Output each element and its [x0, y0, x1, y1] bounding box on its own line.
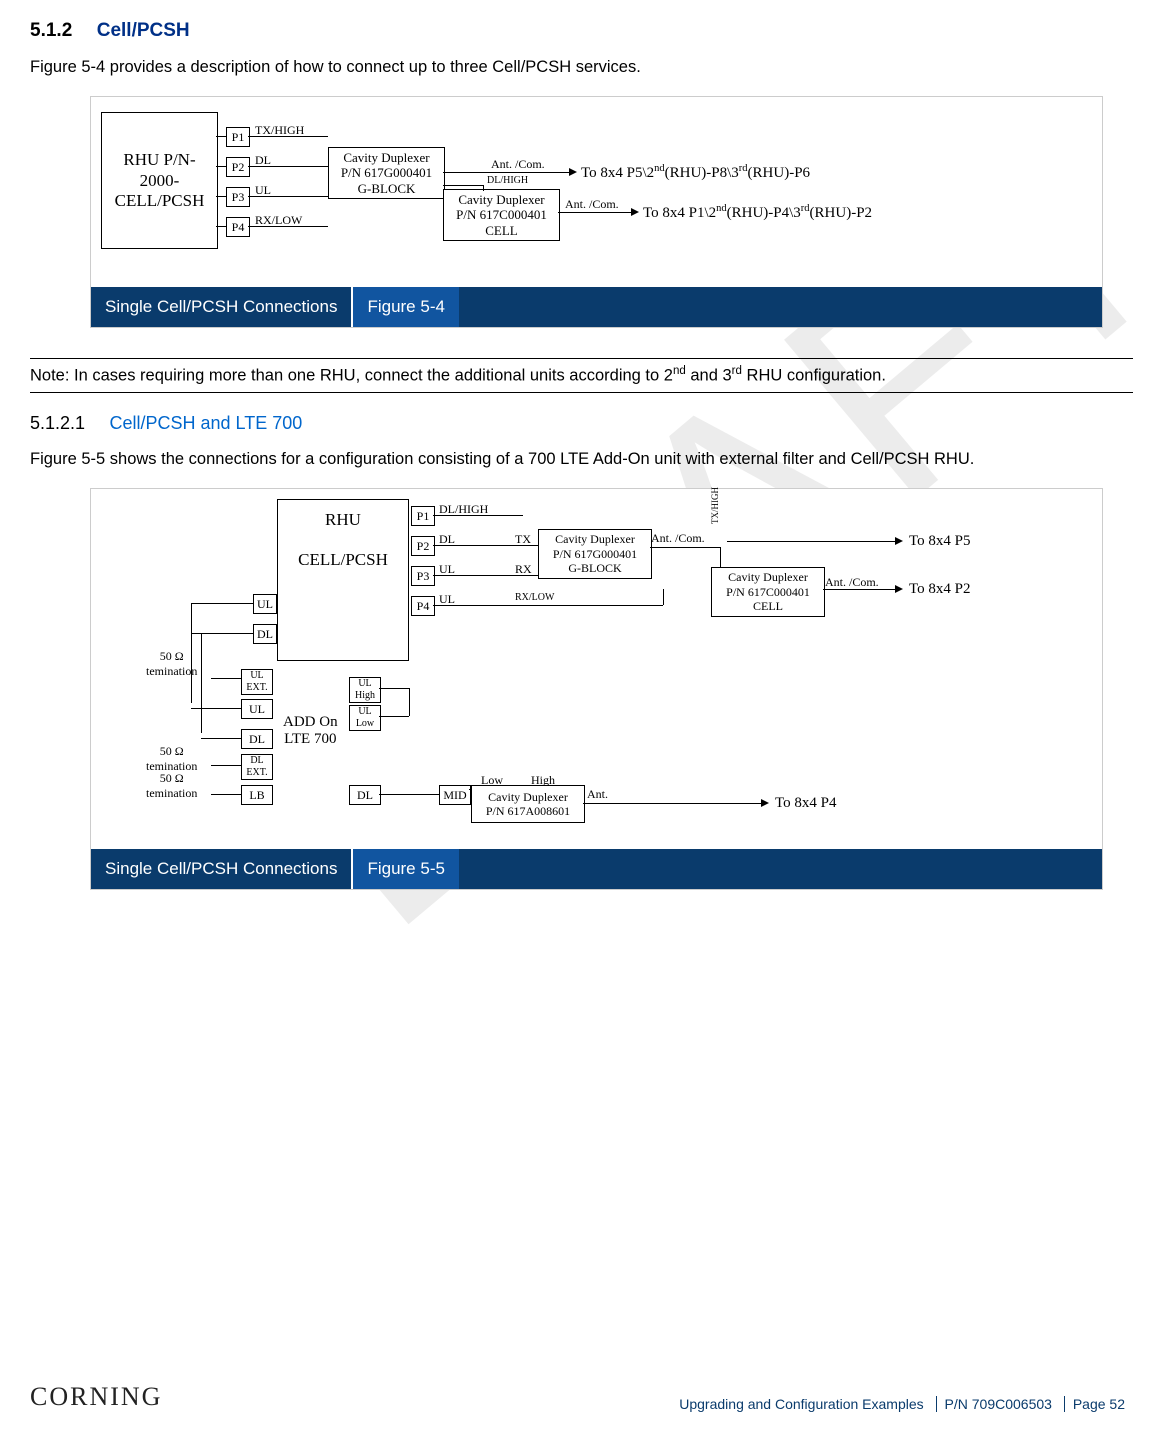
- ullow-port: UL Low: [349, 705, 381, 731]
- dup2-l3: CELL: [753, 599, 783, 613]
- duplexer1-l1: Cavity Duplexer: [343, 150, 429, 166]
- figure-5-4-caption: Single Cell/PCSH Connections Figure 5-4: [91, 287, 1102, 327]
- section-intro-text: Figure 5-4 provides a description of how…: [30, 56, 1133, 78]
- ulhigh-port: UL High: [349, 677, 381, 703]
- port-p2: P2: [411, 536, 435, 556]
- figure-5-5-caption: Single Cell/PCSH Connections Figure 5-5: [91, 849, 1102, 889]
- mid-port: MID: [439, 785, 471, 805]
- duplexer2-l3: CELL: [485, 223, 518, 239]
- term2: 50 Ω temination: [146, 744, 197, 774]
- rhu-label: 2000-: [140, 171, 180, 191]
- section-number: 5.1.2: [30, 20, 72, 41]
- subsection-intro-text: Figure 5-5 shows the connections for a c…: [30, 448, 1133, 470]
- page-footer: CORNING Upgrading and Configuration Exam…: [30, 1382, 1133, 1412]
- port-p3: P3: [226, 187, 250, 207]
- dl-port2: DL: [241, 729, 273, 749]
- caption-right: Figure 5-4: [353, 287, 458, 327]
- addon-label: ADD OnLTE 700: [283, 714, 338, 748]
- term3: 50 Ω temination: [146, 771, 197, 801]
- ant-label: Ant. /Com.: [565, 197, 619, 212]
- ant-label: Ant. /Com.: [491, 157, 545, 172]
- caption-left: Single Cell/PCSH Connections: [91, 287, 353, 327]
- section-5-1-2-heading: 5.1.2 Cell/PCSH: [30, 20, 1133, 42]
- out2: To 8x4 P2: [909, 581, 970, 598]
- figure-5-4: RHU P/N- 2000- CELL/PCSH P1 P2 P3 P4 TX/…: [90, 96, 1103, 328]
- ulext-port: UL EXT.: [241, 669, 273, 695]
- dlext-port: DL EXT.: [241, 754, 273, 780]
- dup2-l2: P/N 617C000401: [726, 585, 810, 599]
- dl2-port: DL: [349, 785, 381, 805]
- subsection-title: Cell/PCSH and LTE 700: [110, 413, 303, 433]
- port-p4: P4: [226, 217, 250, 237]
- footer-page: Page 52: [1064, 1396, 1133, 1412]
- figure-5-5-diagram: RHU CELL/PCSH P1 P2 P3 P4 DL/HIGH DL UL …: [91, 489, 1102, 849]
- port-p4: P4: [411, 596, 435, 616]
- brand-logo: CORNING: [30, 1382, 162, 1412]
- txhigh-label: TX/HIGH: [710, 487, 720, 524]
- dup1-l3: G-BLOCK: [568, 561, 621, 575]
- duplexer1-l3: G-BLOCK: [358, 181, 416, 197]
- duplexer2-l2: P/N 617C000401: [456, 207, 547, 223]
- output2: To 8x4 P1\2nd(RHU)-P4\3rd(RHU)-P2: [643, 203, 872, 222]
- subsection-number: 5.1.2.1: [30, 413, 85, 433]
- rhu-label: RHU P/N-: [123, 150, 195, 170]
- out1: To 8x4 P5: [909, 533, 970, 550]
- duplexer1-l2: P/N 617G000401: [341, 165, 432, 181]
- dup1-l1: Cavity Duplexer: [555, 532, 635, 546]
- ul-port2: UL: [241, 699, 273, 719]
- dup1-l2: P/N 617G000401: [553, 547, 637, 561]
- footer-meta: Upgrading and Configuration Examples P/N…: [679, 1396, 1133, 1412]
- figure-5-5: RHU CELL/PCSH P1 P2 P3 P4 DL/HIGH DL UL …: [90, 488, 1103, 890]
- dup2-l1: Cavity Duplexer: [728, 570, 808, 584]
- rhu-label: CELL/PCSH: [115, 191, 205, 211]
- port-p1: P1: [226, 127, 250, 147]
- section-title: Cell/PCSH: [97, 20, 190, 41]
- rxlow-label: RX/LOW: [515, 592, 554, 603]
- figure-5-4-diagram: RHU P/N- 2000- CELL/PCSH P1 P2 P3 P4 TX/…: [91, 97, 1102, 287]
- lb-port: LB: [241, 785, 273, 805]
- footer-section: Upgrading and Configuration Examples: [679, 1396, 931, 1412]
- duplexer2-l1: Cavity Duplexer: [458, 192, 544, 208]
- dlhigh-label: DL/HIGH: [487, 175, 528, 186]
- dup3-l1: Cavity Duplexer: [488, 790, 568, 804]
- dup3-l2: P/N 617A008601: [486, 804, 570, 818]
- caption-left: Single Cell/PCSH Connections: [91, 849, 353, 889]
- ul-port: UL: [253, 594, 277, 614]
- out3: To 8x4 P4: [775, 795, 836, 812]
- ant-label: Ant. /Com.: [651, 531, 705, 546]
- dl-port: DL: [253, 624, 277, 644]
- ant-label: Ant.: [587, 787, 608, 802]
- port-p1: P1: [411, 506, 435, 526]
- port-p2: P2: [226, 157, 250, 177]
- caption-right: Figure 5-5: [353, 849, 458, 889]
- rhu-label: RHU: [325, 510, 361, 530]
- output1: To 8x4 P5\2nd(RHU)-P8\3rd(RHU)-P6: [581, 163, 810, 182]
- port-p3: P3: [411, 566, 435, 586]
- section-5-1-2-1-heading: 5.1.2.1 Cell/PCSH and LTE 700: [30, 413, 1133, 434]
- rhu-label: CELL/PCSH: [298, 550, 388, 570]
- footer-pn: P/N 709C006503: [936, 1396, 1060, 1412]
- note-text: Note: In cases requiring more than one R…: [30, 359, 1133, 392]
- ant-label: Ant. /Com.: [825, 575, 879, 590]
- term1: 50 Ω temination: [146, 649, 197, 679]
